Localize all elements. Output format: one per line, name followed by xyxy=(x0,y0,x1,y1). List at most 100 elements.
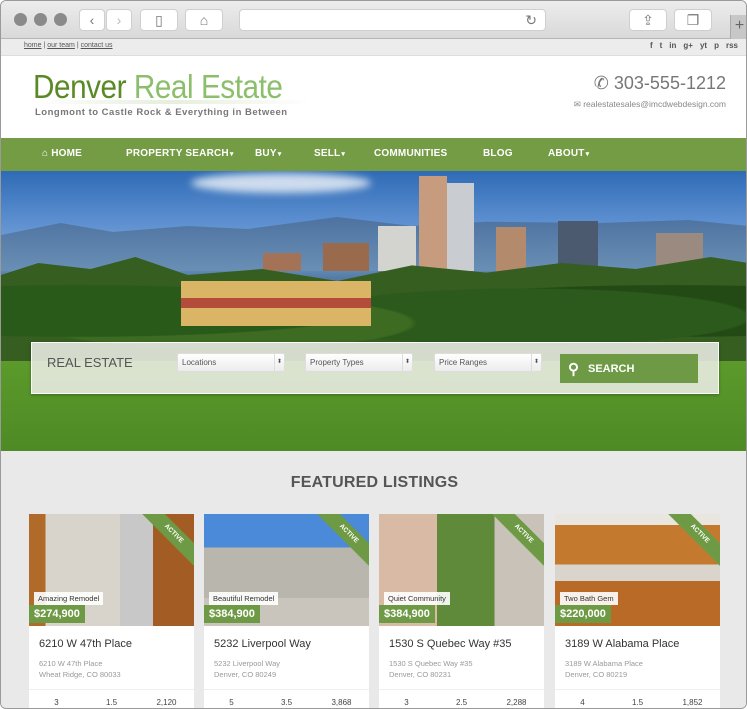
baths: 1.5 xyxy=(631,698,644,707)
reload-icon[interactable]: ↻ xyxy=(525,12,537,29)
address-line: 3189 W Alabama Place xyxy=(565,659,643,668)
listing-card[interactable]: ACTIVE Amazing Remodel $274,900 6210 W 4… xyxy=(29,514,194,708)
home-button[interactable]: ⌂ xyxy=(185,9,223,31)
site-header: Denver Real Estate Longmont to Castle Ro… xyxy=(1,56,746,138)
status-ribbon: ACTIVE xyxy=(487,514,544,570)
phone-number[interactable]: ✆ 303-555-1212 xyxy=(594,73,726,94)
listing-photo[interactable]: ACTIVE Quiet Community $384,900 xyxy=(379,514,544,626)
listing-photo[interactable]: ACTIVE Beautiful Remodel $384,900 xyxy=(204,514,369,626)
email-address[interactable]: ✉ realestatesales@imcdwebdesign.com xyxy=(574,99,726,110)
listing-stats: 5 3.5 3,868 xyxy=(204,698,369,707)
nav-buy[interactable]: BUY▾ xyxy=(255,148,281,159)
nav-label: COMMUNITIES xyxy=(374,148,448,159)
cloud xyxy=(191,173,371,193)
listing-address: 3189 W Alabama Place Denver, CO 80219 xyxy=(565,658,643,680)
contact-us-link[interactable]: contact us xyxy=(81,42,113,49)
our-team-link[interactable]: our team xyxy=(47,42,75,49)
close-window-button[interactable] xyxy=(14,13,27,26)
caret-down-icon: ▾ xyxy=(277,151,282,158)
address-bar[interactable]: ↻ xyxy=(239,9,546,31)
twitter-icon[interactable]: t xyxy=(660,41,663,50)
search-button-label: SEARCH xyxy=(588,362,635,375)
pavilion-roof xyxy=(181,298,371,308)
listing-photo[interactable]: ACTIVE Two Bath Gem $220,000 xyxy=(555,514,720,626)
main-nav: ⌂ HOME PROPERTY SEARCH▾ BUY▾ SELL▾ COMMU… xyxy=(1,138,746,171)
listing-price: $220,000 xyxy=(555,605,611,623)
new-tab-button[interactable]: + xyxy=(730,15,746,39)
pinterest-icon[interactable]: p xyxy=(714,41,719,50)
status-ribbon: ACTIVE xyxy=(663,514,720,570)
rss-icon[interactable]: rss xyxy=(726,41,738,50)
sqft: 2,288 xyxy=(506,698,527,707)
mountain-range xyxy=(1,217,746,271)
locations-select[interactable]: Locations ⬍ xyxy=(177,353,285,372)
sidebar-icon: ▯ xyxy=(155,11,163,28)
baths: 1.5 xyxy=(105,698,118,707)
sidebar-button[interactable]: ▯ xyxy=(140,9,178,31)
search-panel: REAL ESTATE Locations ⬍ Property Types ⬍… xyxy=(31,342,719,394)
nav-communities[interactable]: COMMUNITIES xyxy=(374,148,447,159)
back-button[interactable]: ‹ xyxy=(79,9,105,31)
minimize-window-button[interactable] xyxy=(34,13,47,26)
share-button[interactable]: ⇪ xyxy=(629,9,667,31)
beds: 5 xyxy=(229,698,234,707)
listing-card[interactable]: ACTIVE Beautiful Remodel $384,900 5232 L… xyxy=(204,514,369,708)
listing-tag: Amazing Remodel xyxy=(34,592,104,605)
select-value: Price Ranges xyxy=(439,358,488,367)
facebook-icon[interactable]: f xyxy=(650,41,653,50)
featured-listings-section: FEATURED LISTINGS ACTIVE Amazing Remodel… xyxy=(1,451,746,708)
divider xyxy=(555,689,720,690)
nav-property-search[interactable]: PROPERTY SEARCH▾ xyxy=(126,148,234,159)
home-link[interactable]: home xyxy=(24,42,42,49)
property-types-select[interactable]: Property Types ⬍ xyxy=(305,353,413,372)
select-value: Locations xyxy=(182,358,217,367)
sqft: 1,852 xyxy=(682,698,703,707)
zoom-window-button[interactable] xyxy=(54,13,67,26)
google-plus-icon[interactable]: g+ xyxy=(683,41,693,50)
email-text: realestatesales@imcdwebdesign.com xyxy=(583,99,726,109)
baths: 3.5 xyxy=(280,698,293,707)
address-city: Wheat Ridge, CO 80033 xyxy=(39,670,121,679)
listing-card[interactable]: ACTIVE Quiet Community $384,900 1530 S Q… xyxy=(379,514,544,708)
listing-tag: Beautiful Remodel xyxy=(209,592,279,605)
nav-label: BLOG xyxy=(483,148,513,159)
separator: | xyxy=(43,42,46,49)
nav-sell[interactable]: SELL▾ xyxy=(314,148,345,159)
phone-text: 303-555-1212 xyxy=(613,73,726,93)
listing-tag: Two Bath Gem xyxy=(560,592,618,605)
listing-title[interactable]: 1530 S Quebec Way #35 xyxy=(389,638,512,650)
search-button[interactable]: ⚲ SEARCH xyxy=(560,354,698,383)
nav-home[interactable]: ⌂ HOME xyxy=(42,148,82,159)
forward-button[interactable]: › xyxy=(106,9,132,31)
listing-address: 1530 S Quebec Way #35 Denver, CO 80231 xyxy=(389,658,473,680)
browser-toolbar: ‹ › ▯ ⌂ ↻ ⇪ ❐ + xyxy=(1,1,746,39)
price-ranges-select[interactable]: Price Ranges ⬍ xyxy=(434,353,542,372)
listing-tag: Quiet Community xyxy=(384,592,450,605)
listing-price: $274,900 xyxy=(29,605,85,623)
logo-underline xyxy=(31,100,311,104)
listing-title[interactable]: 3189 W Alabama Place xyxy=(565,638,679,650)
linkedin-icon[interactable]: in xyxy=(669,41,676,50)
building xyxy=(263,253,301,271)
nav-blog[interactable]: BLOG xyxy=(483,148,513,159)
building xyxy=(378,226,416,271)
listing-title[interactable]: 6210 W 47th Place xyxy=(39,638,132,650)
listing-photo[interactable]: ACTIVE Amazing Remodel $274,900 xyxy=(29,514,194,626)
utility-bar: home | our team | contact us f t in g+ y… xyxy=(1,39,746,56)
listing-card[interactable]: ACTIVE Two Bath Gem $220,000 3189 W Alab… xyxy=(555,514,720,708)
listing-title[interactable]: 5232 Liverpool Way xyxy=(214,638,311,650)
forward-icon: › xyxy=(116,12,122,28)
youtube-icon[interactable]: yt xyxy=(700,41,707,50)
nav-label: BUY xyxy=(255,148,277,159)
select-arrows-icon: ⬍ xyxy=(531,354,541,371)
home-icon: ⌂ xyxy=(199,12,209,28)
tabs-button[interactable]: ❐ xyxy=(674,9,712,31)
divider xyxy=(204,689,369,690)
plus-icon: + xyxy=(734,17,745,34)
nav-label: SELL xyxy=(314,148,341,159)
status-ribbon: ACTIVE xyxy=(312,514,369,570)
address-city: Denver, CO 80249 xyxy=(214,670,277,679)
nav-about[interactable]: ABOUT▾ xyxy=(548,148,589,159)
address-line: 5232 Liverpool Way xyxy=(214,659,281,668)
tabs-icon: ❐ xyxy=(686,11,700,28)
